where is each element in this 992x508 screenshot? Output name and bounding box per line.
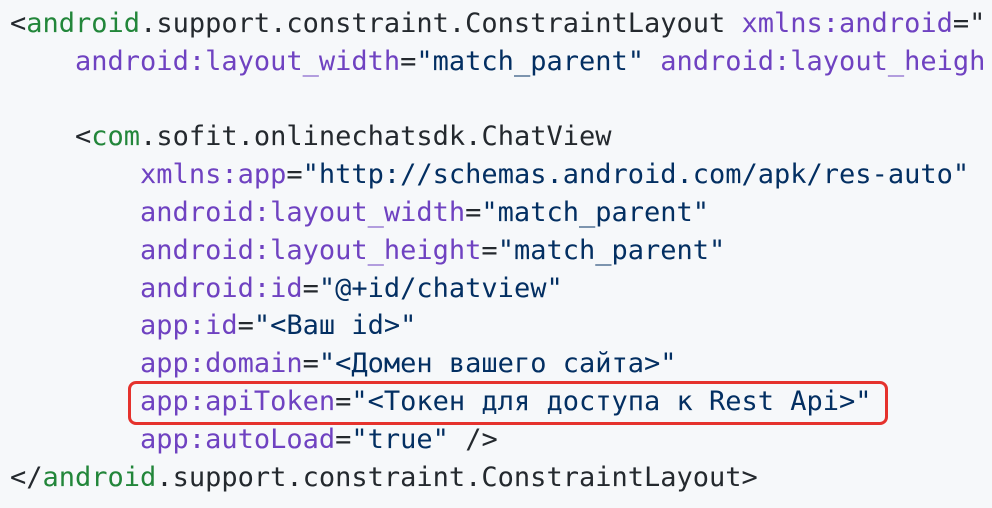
- xml-attribute-name: android:layout_width: [140, 196, 466, 228]
- xml-attribute-name: xmlns:app: [140, 159, 287, 191]
- api-token-highlight-box: [128, 381, 888, 425]
- code-line: android:layout_width="match_parent" andr…: [10, 43, 985, 81]
- xml-punctuation: .support.constraint.ConstraintLayout: [140, 8, 742, 39]
- xml-punctuation: <: [75, 121, 92, 153]
- xml-punctuation: =: [286, 159, 303, 191]
- code-line: android:layout_height="match_parent": [10, 232, 985, 270]
- xml-punctuation: />: [448, 423, 498, 455]
- xml-attribute-value: "true": [351, 423, 449, 455]
- xml-attribute-name: xmlns:android: [741, 8, 953, 39]
- xml-attribute-value: "match_parent": [481, 196, 709, 228]
- xml-punctuation: =: [302, 348, 319, 380]
- xml-attribute-name: app:domain: [140, 348, 303, 380]
- code-line: <com.sofit.onlinechatsdk.ChatView: [10, 118, 985, 156]
- xml-tag-name: android: [26, 8, 141, 39]
- xml-tag-name: android: [42, 461, 157, 493]
- xml-attribute-value: "@+id/chatview": [318, 272, 563, 304]
- code-line: android:id="@+id/chatview": [10, 270, 985, 308]
- xml-punctuation: =: [335, 423, 352, 455]
- xml-punctuation: <: [10, 8, 27, 39]
- xml-attribute-name: app:autoLoad: [140, 423, 336, 455]
- xml-punctuation: =: [237, 310, 254, 342]
- xml-punctuation: =: [465, 196, 482, 228]
- code-line: app:autoLoad="true" />: [10, 421, 985, 459]
- xml-attribute-value: "match_parent": [497, 234, 726, 266]
- xml-attribute-value: "match_parent": [416, 45, 661, 77]
- xml-attribute-value: "http://schemas.android.com/apk/res-auto…: [302, 159, 970, 191]
- code-line: </android.support.constraint.ConstraintL…: [10, 459, 985, 497]
- xml-attribute-value: "<Ваш id>": [253, 310, 417, 342]
- xml-attribute-name: android:layout_heigh: [660, 45, 986, 77]
- code-line: <android.support.constraint.ConstraintLa…: [10, 5, 985, 43]
- xml-tag-name: com: [91, 121, 141, 153]
- code-line: app:domain="<Домен вашего сайта>": [10, 345, 985, 383]
- xml-punctuation: .sofit.onlinechatsdk.ChatView: [140, 121, 612, 153]
- xml-punctuation: =: [302, 272, 319, 304]
- code-line: xmlns:app="http://schemas.android.com/ap…: [10, 156, 985, 194]
- xml-attribute-name: android:id: [140, 272, 303, 304]
- xml-punctuation: =: [400, 45, 417, 77]
- xml-attribute-name: android:layout_width: [75, 45, 401, 77]
- code-line: ​: [10, 81, 985, 119]
- xml-attribute-name: android:layout_height: [140, 234, 482, 266]
- code-viewer: <android.support.constraint.ConstraintLa…: [0, 0, 992, 508]
- xml-attribute-value: "<Домен вашего сайта>": [318, 348, 677, 380]
- xml-attribute-name: app:id: [140, 310, 238, 342]
- code-line: android:layout_width="match_parent": [10, 194, 985, 232]
- xml-punctuation: =": [952, 8, 986, 39]
- xml-punctuation: </: [10, 461, 43, 493]
- xml-punctuation: .support.constraint.ConstraintLayout>: [156, 461, 758, 493]
- xml-punctuation: =: [481, 234, 498, 266]
- code-line: app:id="<Ваш id>": [10, 307, 985, 345]
